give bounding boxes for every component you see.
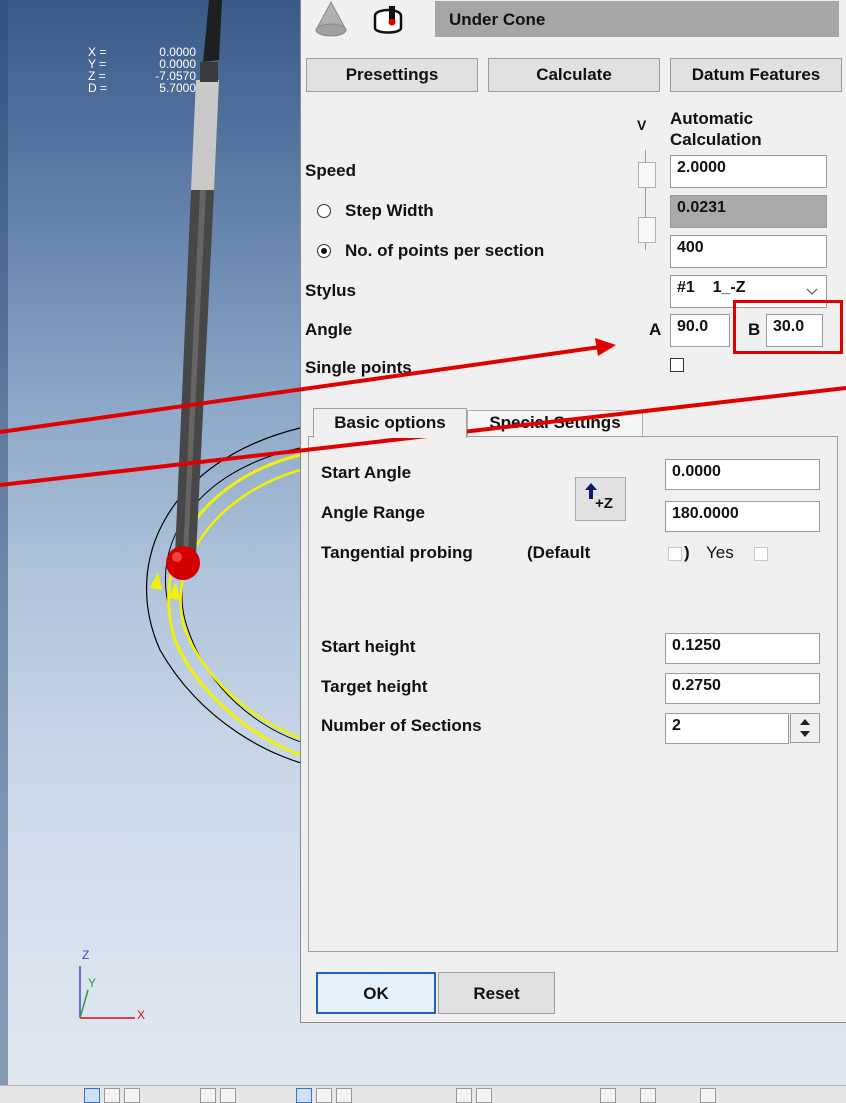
toolbar-button[interactable] [296,1088,312,1103]
toolbar-button[interactable] [316,1088,332,1103]
probe-collar [191,80,219,190]
spin-down-icon [800,731,810,737]
toolbar-button[interactable] [600,1088,616,1103]
step-width-radio[interactable] [317,204,331,218]
speed-input[interactable]: 2.0000 [670,155,827,188]
single-points-label: Single points [305,358,412,377]
slider-label: V [637,117,647,133]
coordinate-readout: X = 0.0000 Y = 0.0000 Z = -7.0570 D = 5.7000 [88,46,196,94]
direction-label: +Z [595,495,613,512]
toolbar-button[interactable] [700,1088,716,1103]
chevron-down-icon [806,288,818,295]
probe-scan-icon [373,6,403,34]
ok-button[interactable]: OK [316,972,436,1014]
start-angle-label: Start Angle [321,463,412,482]
spin-up-icon [800,719,810,725]
tab-special-settings[interactable]: Special Settings [467,410,643,436]
tangential-yes-checkbox[interactable] [754,547,768,561]
scan-path-2 [179,468,301,740]
target-height-input[interactable]: 0.2750 [665,673,820,704]
toolbar-button[interactable] [336,1088,352,1103]
radio-selected-dot [321,248,327,254]
angle-range-input[interactable]: 180.0000 [665,501,820,532]
toolbar-button[interactable] [104,1088,120,1103]
step-width-label: Step Width [345,201,434,220]
toolbar-button[interactable] [640,1088,656,1103]
tab-basic-options[interactable]: Basic options [313,408,467,438]
toolbar-button[interactable] [456,1088,472,1103]
probe-ball [166,546,200,580]
coord-d: D = 5.7000 [88,81,196,95]
probe-shaft-top [203,0,222,62]
angle-range-label: Angle Range [321,503,425,522]
scan-settings-dialog: Under Cone Presettings Calculate Datum F… [300,0,846,1023]
stylus-label: Stylus [305,281,357,300]
basic-options-panel: Start Angle 0.0000 +Z Angle Range 180.00… [308,436,838,952]
presettings-button[interactable]: Presettings [306,58,478,92]
triad-z-label: Z [82,948,90,962]
cone-icon [315,0,347,37]
triad-x-label: X [137,1008,146,1022]
points-per-section-label: No. of points per section [345,241,545,260]
tangential-yes-label: Yes [706,543,734,562]
points-per-section-radio[interactable] [317,244,331,258]
annotation-highlight-box [733,300,843,354]
calculate-button[interactable]: Calculate [488,58,660,92]
sections-spinner[interactable] [790,713,820,743]
start-height-input[interactable]: 0.1250 [665,633,820,664]
step-slider-handle[interactable] [638,217,656,243]
toolbar-button[interactable] [200,1088,216,1103]
single-points-checkbox[interactable] [670,358,684,372]
y-axis-line [79,989,89,1019]
direction-button[interactable]: +Z [575,477,626,521]
toolbar-button[interactable] [476,1088,492,1103]
angle-label: Angle [305,320,353,339]
points-per-section-input[interactable]: 400 [670,235,827,268]
stylus-value: #1 1_-Z [677,279,746,296]
number-of-sections-input[interactable]: 2 [665,713,789,744]
angle-a-label: A [649,320,662,339]
tangential-default-checkbox[interactable] [668,547,682,561]
tangential-probing-label: Tangential probing [321,543,473,562]
speed-label: Speed [305,161,357,180]
start-height-label: Start height [321,637,416,656]
start-angle-input[interactable]: 0.0000 [665,459,820,490]
tangential-bracket: ) [684,543,690,562]
automatic-calculation-label: Automatic Calculation [670,109,762,149]
tangential-default-label: (Default [527,543,591,562]
bottom-toolbar [0,1085,846,1103]
speed-slider-handle[interactable] [638,162,656,188]
number-of-sections-label: Number of Sections [321,716,482,735]
datum-features-button[interactable]: Datum Features [670,58,842,92]
feature-title: Under Cone [449,10,546,29]
target-height-label: Target height [321,677,428,696]
step-width-input: 0.0231 [670,195,827,228]
triad-y-label: Y [88,976,97,990]
toolbar-button[interactable] [84,1088,100,1103]
toolbar-button[interactable] [220,1088,236,1103]
reset-button[interactable]: Reset [438,972,555,1014]
toolbar-button[interactable] [124,1088,140,1103]
angle-a-input[interactable]: 90.0 [670,314,730,347]
